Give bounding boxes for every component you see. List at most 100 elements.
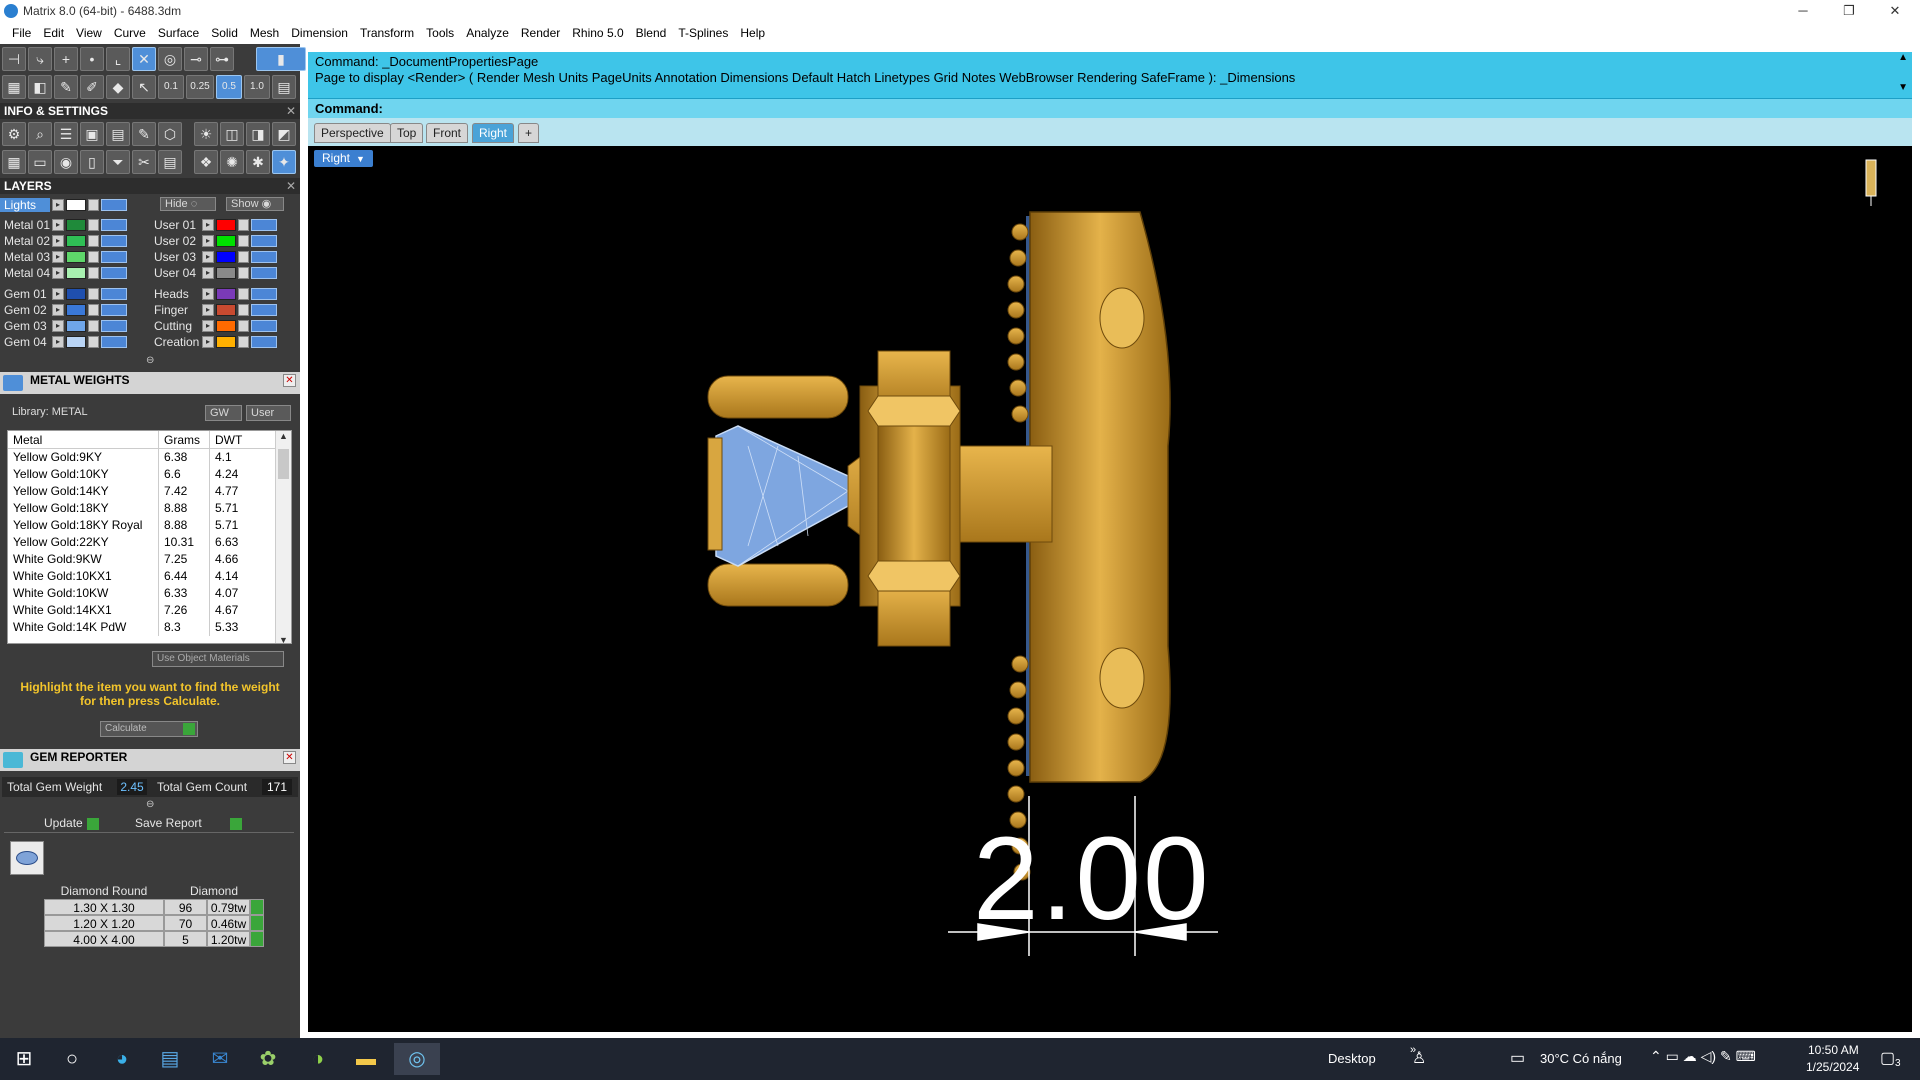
lock-icon[interactable] — [88, 335, 99, 348]
menu-item[interactable]: Transform — [354, 26, 420, 40]
layer-visibility-toggle[interactable] — [251, 266, 277, 279]
layer-name[interactable]: Cutting — [150, 319, 202, 333]
menu-item[interactable]: Help — [734, 26, 771, 40]
weather-text[interactable]: 30°C Có nắng — [1540, 1051, 1622, 1066]
tools-icon[interactable]: ✂ — [132, 150, 156, 174]
layer-row[interactable]: Metal 01 ▸ — [0, 217, 127, 232]
expand-icon[interactable]: ▸ — [202, 234, 214, 247]
layer-name[interactable]: Finger — [150, 303, 202, 317]
layer-visibility-toggle[interactable] — [101, 266, 127, 279]
layer-name[interactable]: User 02 — [150, 234, 202, 248]
scroll-down-icon[interactable]: ▼ — [1898, 82, 1908, 93]
layer-color-swatch[interactable] — [66, 250, 86, 263]
layer-row[interactable]: Metal 02 ▸ — [0, 233, 127, 248]
column-metal[interactable]: Metal — [8, 431, 158, 448]
clock-date[interactable]: 1/25/2024 — [1806, 1060, 1859, 1074]
layer-color-swatch[interactable] — [216, 234, 236, 247]
layer-lights-label[interactable]: Lights — [0, 197, 50, 212]
layer-row[interactable]: Creation ▸ — [150, 334, 277, 349]
tray-icons[interactable]: ⌃ ▭ ☁ ◁) ✎ ⌨ — [1650, 1048, 1756, 1065]
layer-visibility-toggle[interactable] — [251, 287, 277, 300]
layer-lights[interactable]: Lights ▸ — [0, 197, 127, 212]
menu-item[interactable]: Tools — [420, 26, 460, 40]
tab-right[interactable]: Right — [472, 123, 515, 143]
layers-resize-icon[interactable]: ⊖ — [146, 355, 154, 366]
sun-icon[interactable]: ☀ — [194, 122, 218, 146]
preset-0-5[interactable]: 0.5 — [216, 75, 242, 99]
layer-row[interactable]: Metal 03 ▸ — [0, 249, 127, 264]
expand-icon[interactable]: ▸ — [202, 266, 214, 279]
layer-color-swatch[interactable] — [216, 218, 236, 231]
layer-name[interactable]: Gem 02 — [0, 303, 52, 317]
hide-button[interactable]: Hide ◌ — [160, 197, 216, 211]
layer-row[interactable]: Gem 02 ▸ — [0, 302, 127, 317]
osnap-cen-icon[interactable]: ⌞ — [106, 47, 130, 71]
layer-visibility-toggle[interactable] — [101, 198, 127, 211]
table-row[interactable]: Yellow Gold:22KY 10.31 6.63 — [8, 534, 291, 551]
lock-icon[interactable] — [88, 287, 99, 300]
table-row[interactable]: Yellow Gold:18KY 8.88 5.71 — [8, 500, 291, 517]
table-row[interactable]: White Gold:10KX1 6.44 4.14 — [8, 568, 291, 585]
tiles-icon[interactable]: ▦ — [2, 150, 26, 174]
layer-visibility-toggle[interactable] — [101, 218, 127, 231]
osnap-point-icon[interactable]: + — [54, 47, 78, 71]
user-button[interactable]: User — [246, 405, 291, 421]
lock-icon[interactable] — [238, 234, 249, 247]
gem-resize-icon[interactable]: ⊖ — [146, 799, 154, 810]
layer-row[interactable]: User 03 ▸ — [150, 249, 277, 264]
command-input[interactable]: Command: — [308, 98, 1912, 118]
lock-icon[interactable] — [238, 287, 249, 300]
expand-icon[interactable]: ▸ — [52, 234, 64, 247]
table-row[interactable]: White Gold:14KX1 7.26 4.67 — [8, 602, 291, 619]
paint-icon[interactable]: ✎ — [132, 122, 156, 146]
lock-icon[interactable] — [238, 319, 249, 332]
layer-color-swatch[interactable] — [216, 266, 236, 279]
calc-icon[interactable]: ▤ — [158, 150, 182, 174]
layer-row[interactable]: User 01 ▸ — [150, 217, 277, 232]
layer-color-swatch[interactable] — [216, 335, 236, 348]
restore-button[interactable]: ❐ — [1826, 0, 1872, 22]
layer-name[interactable]: Gem 01 — [0, 287, 52, 301]
table-row[interactable]: White Gold:14K PdW 8.3 5.33 — [8, 619, 291, 636]
layer-row[interactable]: User 02 ▸ — [150, 233, 277, 248]
layers-icon[interactable]: ☰ — [54, 122, 78, 146]
gem-row[interactable]: 1.30 X 1.30 96 0.79tw — [44, 899, 266, 915]
table-row[interactable]: Yellow Gold:18KY Royal 8.88 5.71 — [8, 517, 291, 534]
gem-row[interactable]: 1.20 X 1.20 70 0.46tw — [44, 915, 266, 931]
expand-icon[interactable]: ▸ — [202, 218, 214, 231]
layer-name[interactable]: Creation — [150, 335, 202, 349]
cube-icon[interactable]: ⬡ — [158, 122, 182, 146]
windows-start-icon[interactable]: ⊞ — [8, 1043, 40, 1075]
lightbulb-icon[interactable]: ✦ — [272, 150, 296, 174]
osnap-near-icon[interactable]: ⤷ — [28, 47, 52, 71]
layer-color-swatch[interactable] — [66, 287, 86, 300]
layer-name[interactable]: Gem 04 — [0, 335, 52, 349]
weather-icon[interactable]: ▭ — [1510, 1048, 1525, 1068]
scroll-thumb[interactable] — [278, 449, 289, 479]
scroll-up-icon[interactable]: ▲ — [276, 431, 291, 441]
display-icon[interactable]: ◨ — [246, 122, 270, 146]
brush-icon[interactable]: ✐ — [80, 75, 104, 99]
layer-color-swatch[interactable] — [216, 303, 236, 316]
layer-color-swatch[interactable] — [66, 335, 86, 348]
expand-icon[interactable]: ▸ — [202, 250, 214, 263]
expand-icon[interactable]: ▸ — [52, 335, 64, 348]
mail-icon[interactable]: ✉ — [204, 1043, 236, 1075]
layer-visibility-toggle[interactable] — [101, 250, 127, 263]
osnap-int-icon[interactable]: ✕ — [132, 47, 156, 71]
app-icon[interactable]: ✿ — [252, 1043, 284, 1075]
sparkle-icon[interactable]: ✺ — [220, 150, 244, 174]
layer-name[interactable]: Metal 02 — [0, 234, 52, 248]
calculate-button[interactable]: Calculate — [100, 721, 198, 737]
layer-visibility-toggle[interactable] — [101, 234, 127, 247]
people-icon[interactable]: ♙ — [1412, 1048, 1426, 1068]
menu-item[interactable]: Solid — [205, 26, 244, 40]
table-row[interactable]: Yellow Gold:14KY 7.42 4.77 — [8, 483, 291, 500]
preset-0-1[interactable]: 0.1 — [158, 75, 184, 99]
close-icon[interactable]: ✕ — [286, 178, 296, 194]
preset-0-25[interactable]: 0.25 — [186, 75, 214, 99]
menu-item[interactable]: T-Splines — [672, 26, 734, 40]
lock-icon[interactable] — [88, 234, 99, 247]
update-button[interactable]: Update — [44, 816, 99, 830]
lock-icon[interactable] — [88, 198, 99, 211]
